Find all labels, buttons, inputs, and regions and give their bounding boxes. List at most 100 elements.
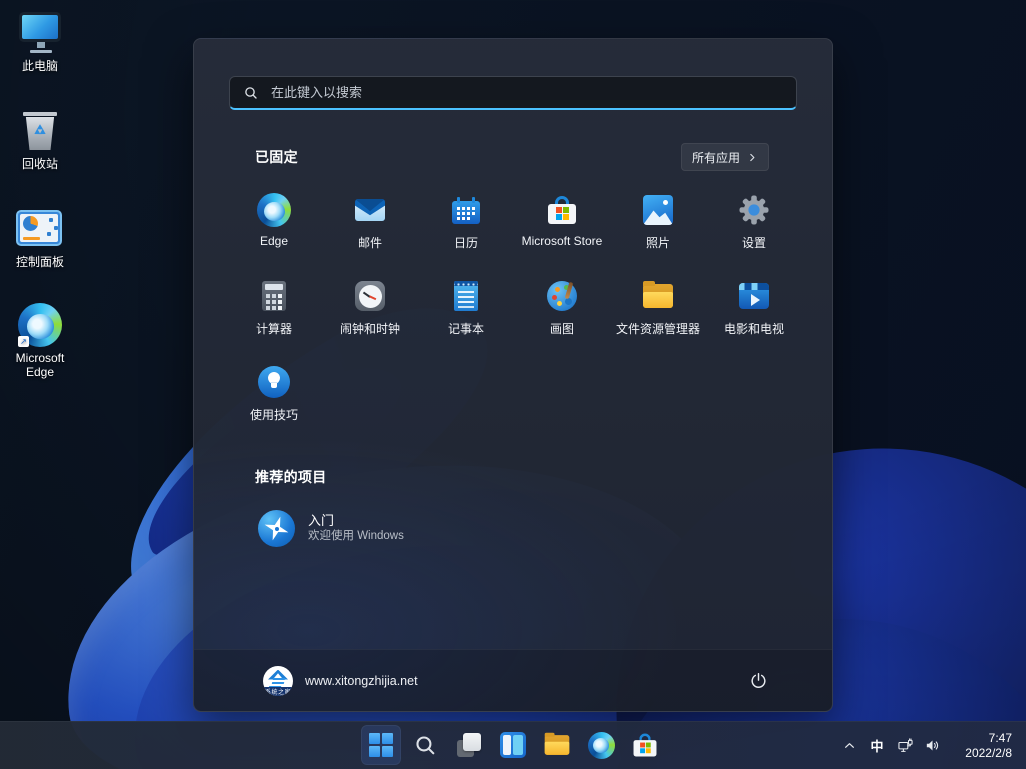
file-explorer-button[interactable] <box>537 725 577 765</box>
power-icon <box>749 671 768 690</box>
file-explorer-icon <box>641 279 675 313</box>
pinned-app-photos[interactable]: 照片 <box>610 179 706 265</box>
pinned-app-calculator[interactable]: 计算器 <box>226 265 322 351</box>
photos-icon <box>641 193 675 227</box>
this-pc-icon <box>16 10 64 56</box>
hidden-icons-button[interactable] <box>836 728 862 764</box>
calendar-icon <box>449 193 483 227</box>
windows-start-icon <box>369 733 393 757</box>
notepad-icon <box>449 279 483 313</box>
start-button[interactable] <box>361 725 401 765</box>
widgets-icon <box>500 732 526 758</box>
pinned-app-tips[interactable]: 使用技巧 <box>226 351 322 437</box>
pinned-app-alarms-clock[interactable]: 闹钟和时钟 <box>322 265 418 351</box>
ethernet-icon <box>897 737 914 754</box>
pinned-app-edge[interactable]: Edge <box>226 179 322 265</box>
movies-tv-icon <box>737 279 771 313</box>
control-panel-icon <box>16 206 64 252</box>
settings-gear-icon <box>737 193 771 227</box>
widgets-button[interactable] <box>493 725 533 765</box>
desktop-icon-this-pc[interactable]: 此电脑 <box>1 10 79 73</box>
pinned-app-label: 邮件 <box>358 234 382 251</box>
pinned-app-label: 画图 <box>550 320 574 337</box>
pinned-app-label: 闹钟和时钟 <box>340 320 400 337</box>
paint-icon <box>545 279 579 313</box>
desktop-icon-control-panel[interactable]: 控制面板 <box>1 206 79 269</box>
pinned-app-label: 使用技巧 <box>250 406 298 423</box>
microsoft-store-icon <box>631 731 659 759</box>
system-tray: 中 7:47 2022/2/8 <box>836 722 1020 769</box>
edge-icon <box>588 732 615 759</box>
taskbar-buttons <box>361 725 665 765</box>
pinned-app-notepad[interactable]: 记事本 <box>418 265 514 351</box>
desktop-icon-label: 回收站 <box>22 157 58 171</box>
pinned-app-label: Microsoft Store <box>522 234 603 248</box>
start-menu-search-box[interactable] <box>229 76 797 110</box>
recommended-item-title: 入门 <box>308 513 404 529</box>
desktop-icon-label: 此电脑 <box>22 59 58 73</box>
edge-icon: ↗ <box>16 302 64 348</box>
user-site-label: www.xitongzhijia.net <box>305 674 418 688</box>
search-icon <box>243 85 259 101</box>
pinned-app-label: 电影和电视 <box>724 320 784 337</box>
mail-icon <box>353 193 387 227</box>
get-started-icon <box>258 510 295 547</box>
pinned-apps-grid: Edge 邮件 日历 Microsoft Store 照片 <box>226 179 802 437</box>
pinned-app-microsoft-store[interactable]: Microsoft Store <box>514 179 610 265</box>
ime-indicator[interactable]: 中 <box>862 728 892 764</box>
start-menu-footer: 系统之家 www.xitongzhijia.net <box>194 649 832 711</box>
chevron-right-icon <box>747 152 758 163</box>
clock-date: 2022/2/8 <box>965 746 1012 761</box>
ime-label: 中 <box>870 736 883 755</box>
tips-icon <box>257 365 291 399</box>
recommended-item-subtitle: 欢迎使用 Windows <box>308 529 404 544</box>
pinned-app-label: 计算器 <box>256 320 292 337</box>
chevron-up-icon <box>841 737 858 754</box>
file-explorer-icon <box>543 731 571 759</box>
desktop-icon-recycle-bin[interactable]: 回收站 <box>1 108 79 171</box>
desktop-icon-edge[interactable]: ↗ Microsoft Edge <box>1 302 79 379</box>
volume-button[interactable] <box>919 728 946 764</box>
alarms-clock-icon <box>353 279 387 313</box>
store-button[interactable] <box>625 725 665 765</box>
pinned-app-label: 设置 <box>742 234 766 251</box>
pinned-section-title: 已固定 <box>255 147 298 167</box>
network-button[interactable] <box>892 728 919 764</box>
pinned-app-label: 照片 <box>646 234 670 251</box>
pinned-app-settings[interactable]: 设置 <box>706 179 802 265</box>
search-input[interactable] <box>269 84 783 101</box>
pinned-app-label: 文件资源管理器 <box>616 320 700 337</box>
xitongzhijia-logo: 系统之家 <box>263 666 293 696</box>
taskbar-search-button[interactable] <box>405 725 445 765</box>
desktop: 此电脑 回收站 控制面板 ↗ Microsoft Edge 已固定 所有应用 <box>0 0 1026 769</box>
search-icon <box>413 733 438 758</box>
pinned-app-movies-tv[interactable]: 电影和电视 <box>706 265 802 351</box>
pinned-app-label: 日历 <box>454 234 478 251</box>
pinned-app-mail[interactable]: 邮件 <box>322 179 418 265</box>
pinned-app-label: Edge <box>260 234 288 248</box>
edge-icon <box>257 193 291 227</box>
all-apps-button[interactable]: 所有应用 <box>681 143 769 171</box>
pinned-app-file-explorer[interactable]: 文件资源管理器 <box>610 265 706 351</box>
desktop-icon-label: 控制面板 <box>16 255 64 269</box>
user-profile-button[interactable]: 系统之家 www.xitongzhijia.net <box>257 662 424 700</box>
power-button[interactable] <box>740 663 776 699</box>
task-view-button[interactable] <box>449 725 489 765</box>
clock-time: 7:47 <box>989 731 1012 746</box>
recommended-item-get-started[interactable]: 入门 欢迎使用 Windows <box>250 505 412 552</box>
pinned-app-paint[interactable]: 画图 <box>514 265 610 351</box>
calculator-icon <box>257 279 291 313</box>
edge-button[interactable] <box>581 725 621 765</box>
start-menu: 已固定 所有应用 Edge 邮件 日历 Microsoft Store <box>193 38 833 712</box>
taskbar-clock[interactable]: 7:47 2022/2/8 <box>954 731 1012 761</box>
microsoft-store-icon <box>545 193 579 227</box>
shortcut-arrow-icon: ↗ <box>18 336 29 347</box>
pinned-app-label: 记事本 <box>448 320 484 337</box>
task-view-icon <box>456 732 482 758</box>
pinned-app-calendar[interactable]: 日历 <box>418 179 514 265</box>
taskbar: 中 7:47 2022/2/8 <box>0 721 1026 769</box>
recommended-section-title: 推荐的项目 <box>255 467 327 487</box>
desktop-icon-label: Microsoft Edge <box>1 351 79 379</box>
volume-icon <box>924 737 941 754</box>
all-apps-label: 所有应用 <box>692 149 740 166</box>
